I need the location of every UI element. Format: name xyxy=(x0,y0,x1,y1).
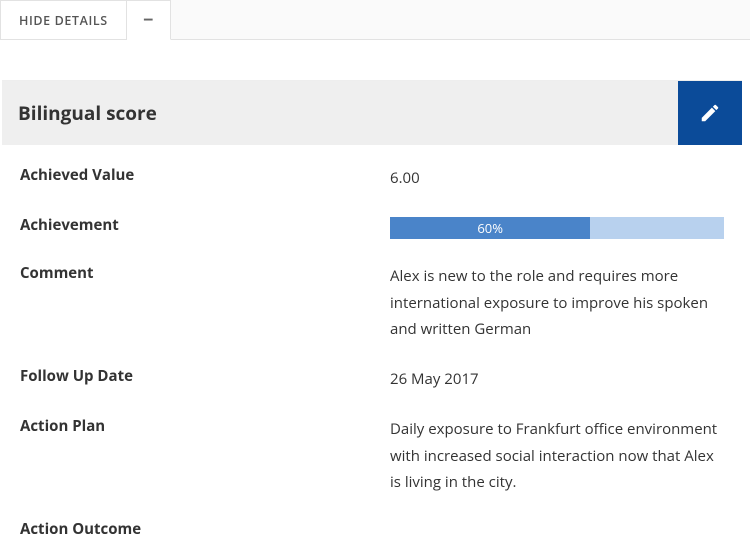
panel-header: Bilingual score xyxy=(2,81,742,145)
label-achieved-value: Achieved Value xyxy=(20,165,390,185)
achievement-progress-fill: 60% xyxy=(390,217,590,239)
hide-details-label: HIDE DETAILS xyxy=(19,12,108,29)
value-achieved-value: 6.00 xyxy=(390,165,724,191)
field-list: Achieved Value 6.00 Achievement 60% Comm… xyxy=(2,145,742,549)
row-comment: Comment Alex is new to the role and requ… xyxy=(2,249,742,352)
edit-button[interactable] xyxy=(678,81,742,145)
row-action-outcome: Action Outcome xyxy=(2,505,742,549)
achievement-percent-label: 60% xyxy=(477,219,503,237)
pencil-icon xyxy=(699,102,721,124)
tab-spacer xyxy=(171,0,750,40)
achievement-progress: 60% xyxy=(390,217,724,239)
label-comment: Comment xyxy=(20,263,390,283)
value-comment: Alex is new to the role and requires mor… xyxy=(390,263,724,342)
tab-bar: HIDE DETAILS − xyxy=(0,0,750,40)
label-follow-up: Follow Up Date xyxy=(20,366,390,386)
row-achievement: Achievement 60% xyxy=(2,201,742,249)
value-action-plan: Daily exposure to Frankfurt office envir… xyxy=(390,416,724,495)
label-action-plan: Action Plan xyxy=(20,416,390,436)
row-action-plan: Action Plan Daily exposure to Frankfurt … xyxy=(2,402,742,505)
score-panel: Bilingual score Achieved Value 6.00 Achi… xyxy=(2,80,742,549)
collapse-tab[interactable]: − xyxy=(127,0,171,40)
value-follow-up: 26 May 2017 xyxy=(390,366,724,392)
row-follow-up: Follow Up Date 26 May 2017 xyxy=(2,352,742,402)
minus-icon: − xyxy=(143,8,153,32)
panel-title: Bilingual score xyxy=(2,81,678,145)
hide-details-tab[interactable]: HIDE DETAILS xyxy=(0,0,127,40)
label-achievement: Achievement xyxy=(20,215,390,235)
label-action-outcome: Action Outcome xyxy=(20,519,390,539)
row-achieved-value: Achieved Value 6.00 xyxy=(2,151,742,201)
